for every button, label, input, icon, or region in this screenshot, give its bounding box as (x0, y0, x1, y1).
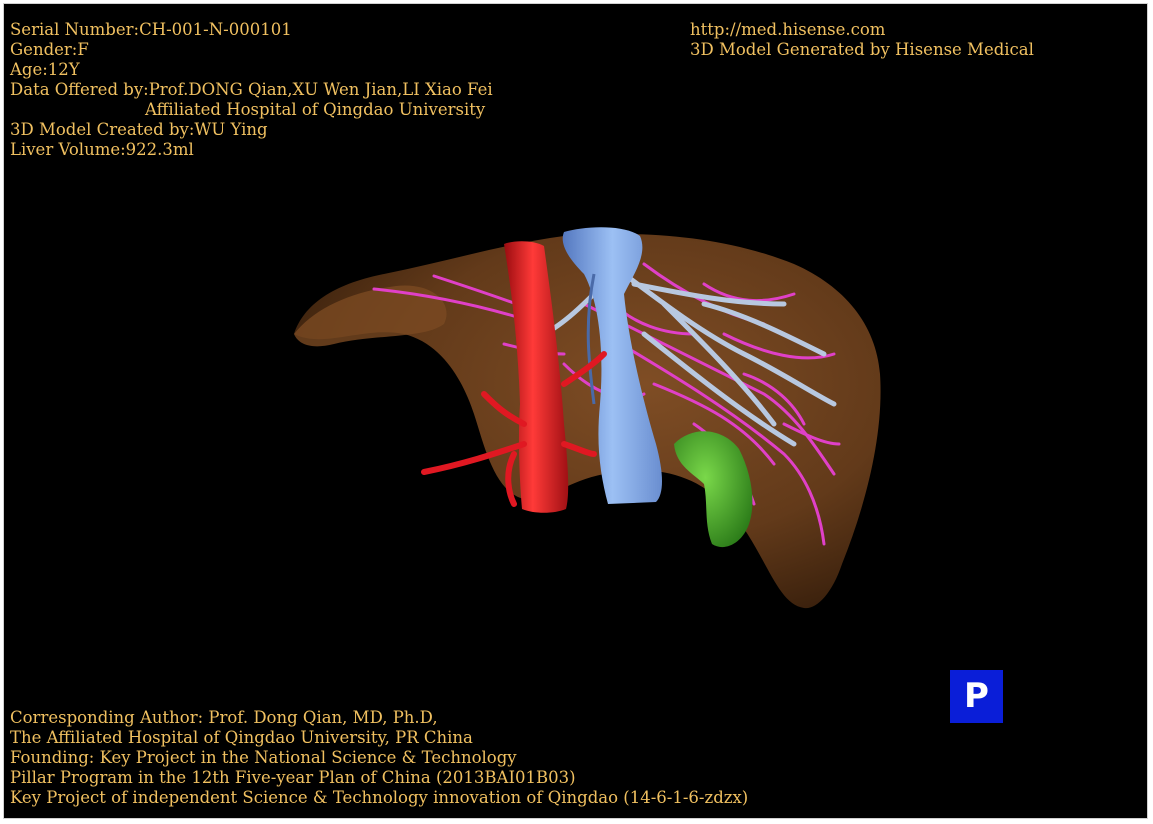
credits-line-program: Pillar Program in the 12th Five-year Pla… (10, 768, 576, 787)
credits-line-founding: Founding: Key Project in the National Sc… (10, 748, 517, 767)
gender: Gender:F (10, 40, 89, 59)
credits-line-affiliation: The Affiliated Hospital of Qingdao Unive… (10, 728, 473, 747)
3d-viewer[interactable]: Serial Number:CH-001-N-000101 Gender:F A… (3, 3, 1148, 819)
serial-number: Serial Number:CH-001-N-000101 (10, 20, 292, 39)
site-url: http://med.hisense.com (690, 20, 886, 39)
credits: Corresponding Author: Prof. Dong Qian, M… (10, 708, 748, 808)
liver-volume: Liver Volume:922.3ml (10, 140, 194, 159)
data-offered-by: Data Offered by:Prof.DONG Qian,XU Wen Ji… (10, 80, 493, 99)
site-info: http://med.hisense.com 3D Model Generate… (690, 20, 1034, 60)
hospital-name: Affiliated Hospital of Qingdao Universit… (145, 100, 486, 119)
patient-info: Serial Number:CH-001-N-000101 Gender:F A… (10, 20, 493, 160)
age: Age:12Y (10, 60, 80, 79)
model-created-by: 3D Model Created by:WU Ying (10, 120, 268, 139)
credits-line-author: Corresponding Author: Prof. Dong Qian, M… (10, 708, 438, 727)
projection-mode-icon[interactable]: P (950, 670, 1003, 723)
credits-line-qingdao: Key Project of independent Science & Tec… (10, 788, 749, 807)
generated-by: 3D Model Generated by Hisense Medical (690, 40, 1034, 59)
projection-mode-label: P (964, 676, 989, 716)
